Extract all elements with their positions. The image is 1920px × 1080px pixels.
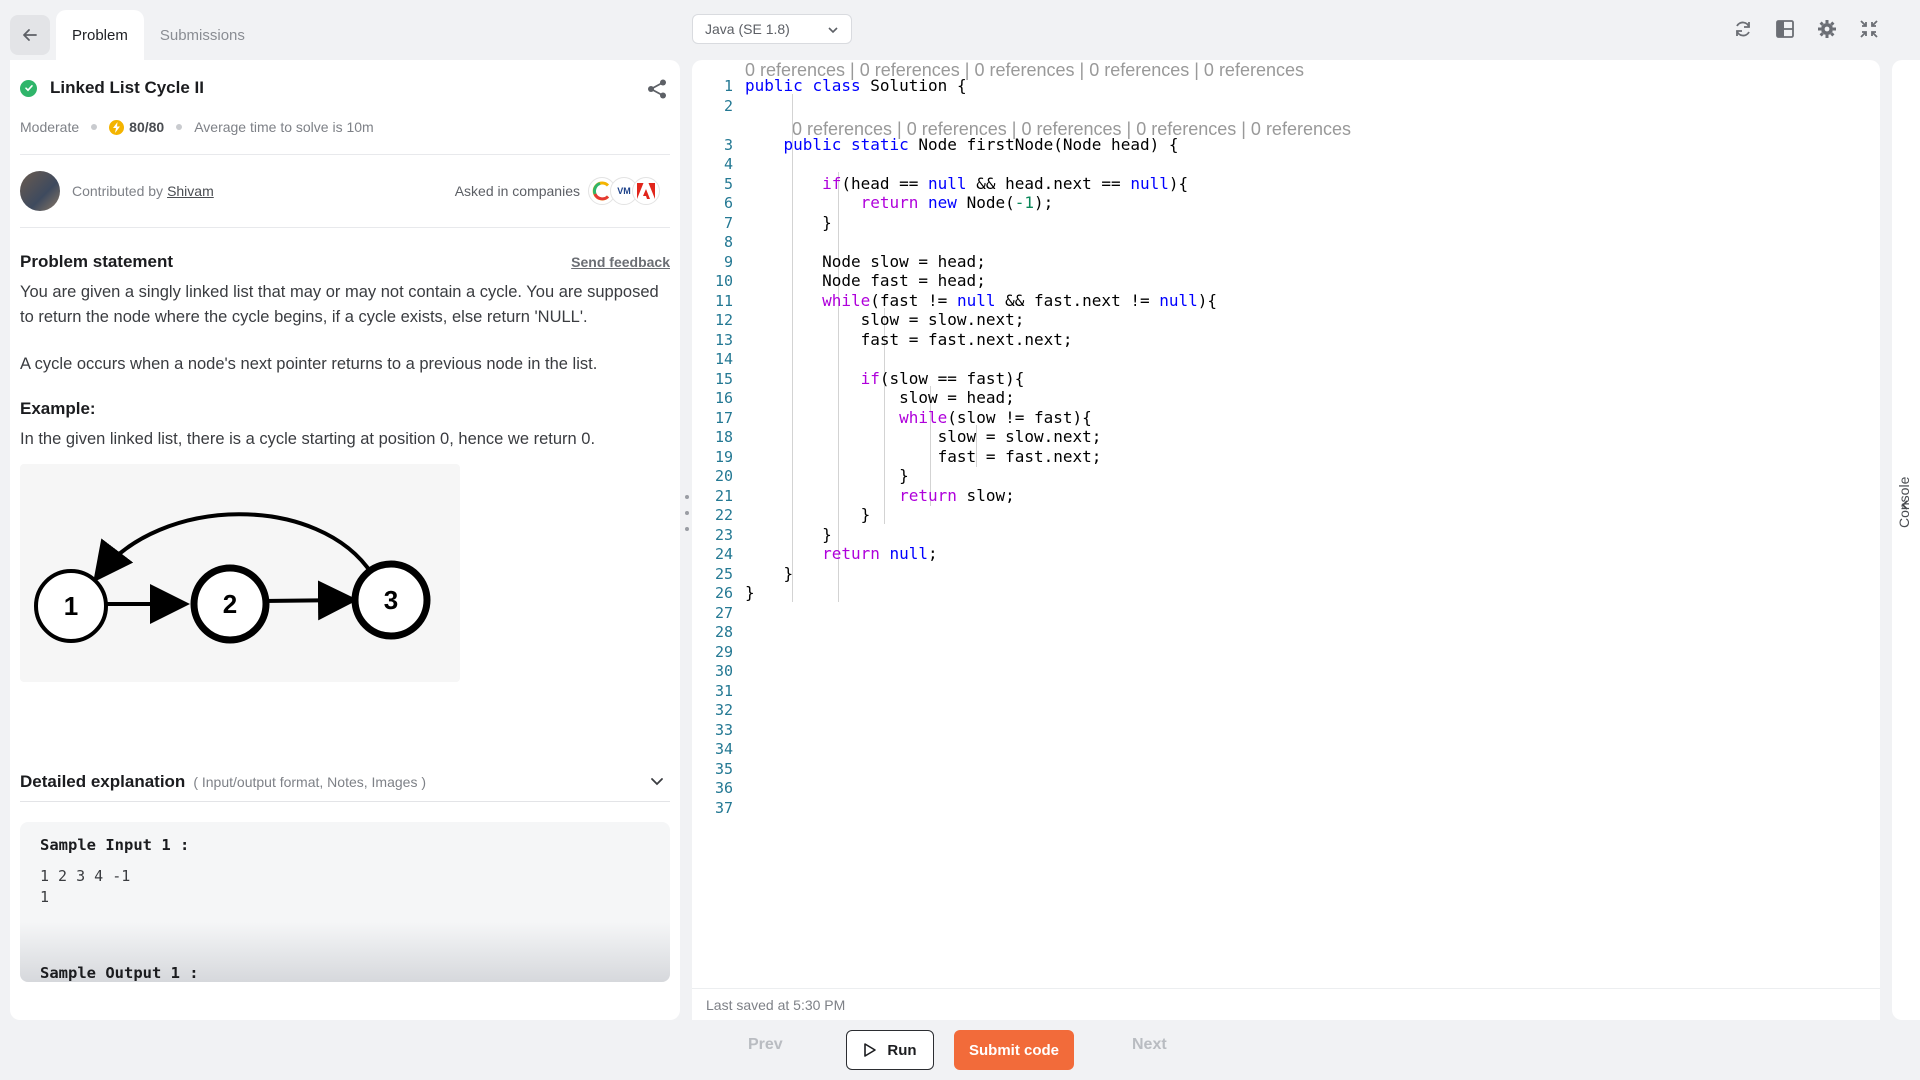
adobe-logo-icon [632,177,660,205]
problem-title: Linked List Cycle II [50,78,204,97]
code-line: public static Node firstNode(Node head) … [783,135,1179,154]
problem-panel: Linked List Cycle II Moderate 80/80 Aver… [10,60,680,1020]
score-label: 80/80 [129,119,165,135]
problem-statement-title: Problem statement [20,252,174,271]
solved-check-icon [20,79,37,97]
submit-code-button[interactable]: Submit code [954,1030,1074,1070]
next-button[interactable]: Next [1132,1036,1167,1054]
run-label: Run [887,1041,917,1059]
panel-resize-handle[interactable] [685,495,689,531]
bottom-action-bar: Prev Run Submit code Next [692,1030,1880,1070]
diagram-node-label: 1 [64,591,78,621]
example-text: In the given linked list, there is a cyc… [20,430,596,448]
tab-problem[interactable]: Problem [56,10,144,60]
statement-paragraph: A cycle occurs when a node's next pointe… [20,355,598,373]
example-title: Example: [20,399,96,418]
reset-code-icon[interactable] [1732,18,1754,40]
run-button[interactable]: Run [846,1030,934,1070]
avg-time-label: Average time to solve is 10m [194,119,374,135]
chevron-down-icon [827,21,839,37]
difficulty-label: Moderate [20,119,80,135]
line-number-gutter: 1 2 3 4 5 6 7 8 9 10 11 12 13 14 15 16 17 18 19 20 21 22 23 24 2… [692,60,745,988]
console-drawer[interactable] [1892,60,1920,1020]
sample-input-line: 1 [40,888,50,906]
problem-statement-header: Problem statement Send feedback [10,228,680,272]
diagram-node-label: 2 [223,589,237,619]
language-select[interactable]: Java (SE 1.8) [692,14,852,44]
code-line: fast = fast.next.next; [745,330,1073,349]
arrow-left-icon [23,29,37,41]
avatar [20,171,60,211]
sample-input-line: 1 2 3 4 -1 [40,867,131,885]
settings-gear-icon[interactable] [1816,18,1838,40]
statement-paragraph: You are given a singly linked list that … [20,283,659,326]
bolt-icon [109,119,125,135]
detailed-explanation-title: Detailed explanation [20,771,186,791]
companies-section: Asked in companies VM [455,177,660,205]
contributed-by-label: Contributed by [72,183,164,199]
problem-tabs-bar: Problem Submissions [10,10,680,60]
last-saved-status: Last saved at 5:30 PM [692,988,1880,1020]
problem-title-row: Linked List Cycle II [10,60,680,116]
problem-meta: Moderate 80/80 Average time to solve is … [10,116,680,138]
code-line: } [745,213,832,232]
play-icon [864,1043,877,1057]
linked-list-diagram: 1 2 3 [20,464,460,682]
editor-toolbar-icons [1732,18,1880,40]
layout-icon[interactable] [1774,18,1796,40]
send-feedback-link[interactable]: Send feedback [571,254,670,270]
contributor-row: Contributed by Shivam Asked in companies… [20,154,670,228]
back-button[interactable] [10,15,50,55]
diagram-node-label: 3 [384,585,398,615]
company-logos: VM [588,177,660,205]
collapse-fullscreen-icon[interactable] [1858,18,1880,40]
code-area[interactable]: 1 2 3 4 5 6 7 8 9 10 11 12 13 14 15 16 17 18 19 20 21 22 23 24 2… [692,60,1880,988]
console-label[interactable]: Console [1896,468,1912,528]
sample-output-label: Sample Output 1 : [40,964,199,982]
asked-in-label: Asked in companies [454,183,580,199]
prev-button[interactable]: Prev [748,1036,783,1054]
line-number: 37 [714,799,733,817]
chevron-down-icon[interactable] [650,773,664,791]
separator-dot [91,124,98,130]
code-line: } [745,583,755,602]
sample-input-label: Sample Input 1 : [40,836,190,854]
detailed-explanation-subtitle: ( Input/output format, Notes, Images ) [193,773,426,790]
code-line: public class Solution { [745,76,967,95]
contributor-link[interactable]: Shivam [167,183,214,199]
tab-submissions[interactable]: Submissions [144,10,261,60]
language-value: Java (SE 1.8) [705,21,790,37]
line-number: 2 [723,97,733,115]
detailed-explanation-toggle[interactable]: Detailed explanation ( Input/output form… [20,762,670,802]
separator-dot [176,124,183,130]
code-editor[interactable]: 1 2 3 4 5 6 7 8 9 10 11 12 13 14 15 16 17 18 19 20 21 22 23 24 2… [692,60,1880,1020]
share-icon[interactable] [646,78,668,105]
sample-box: Sample Input 1 : 1 2 3 4 -1 1 Sample Out… [20,822,670,982]
